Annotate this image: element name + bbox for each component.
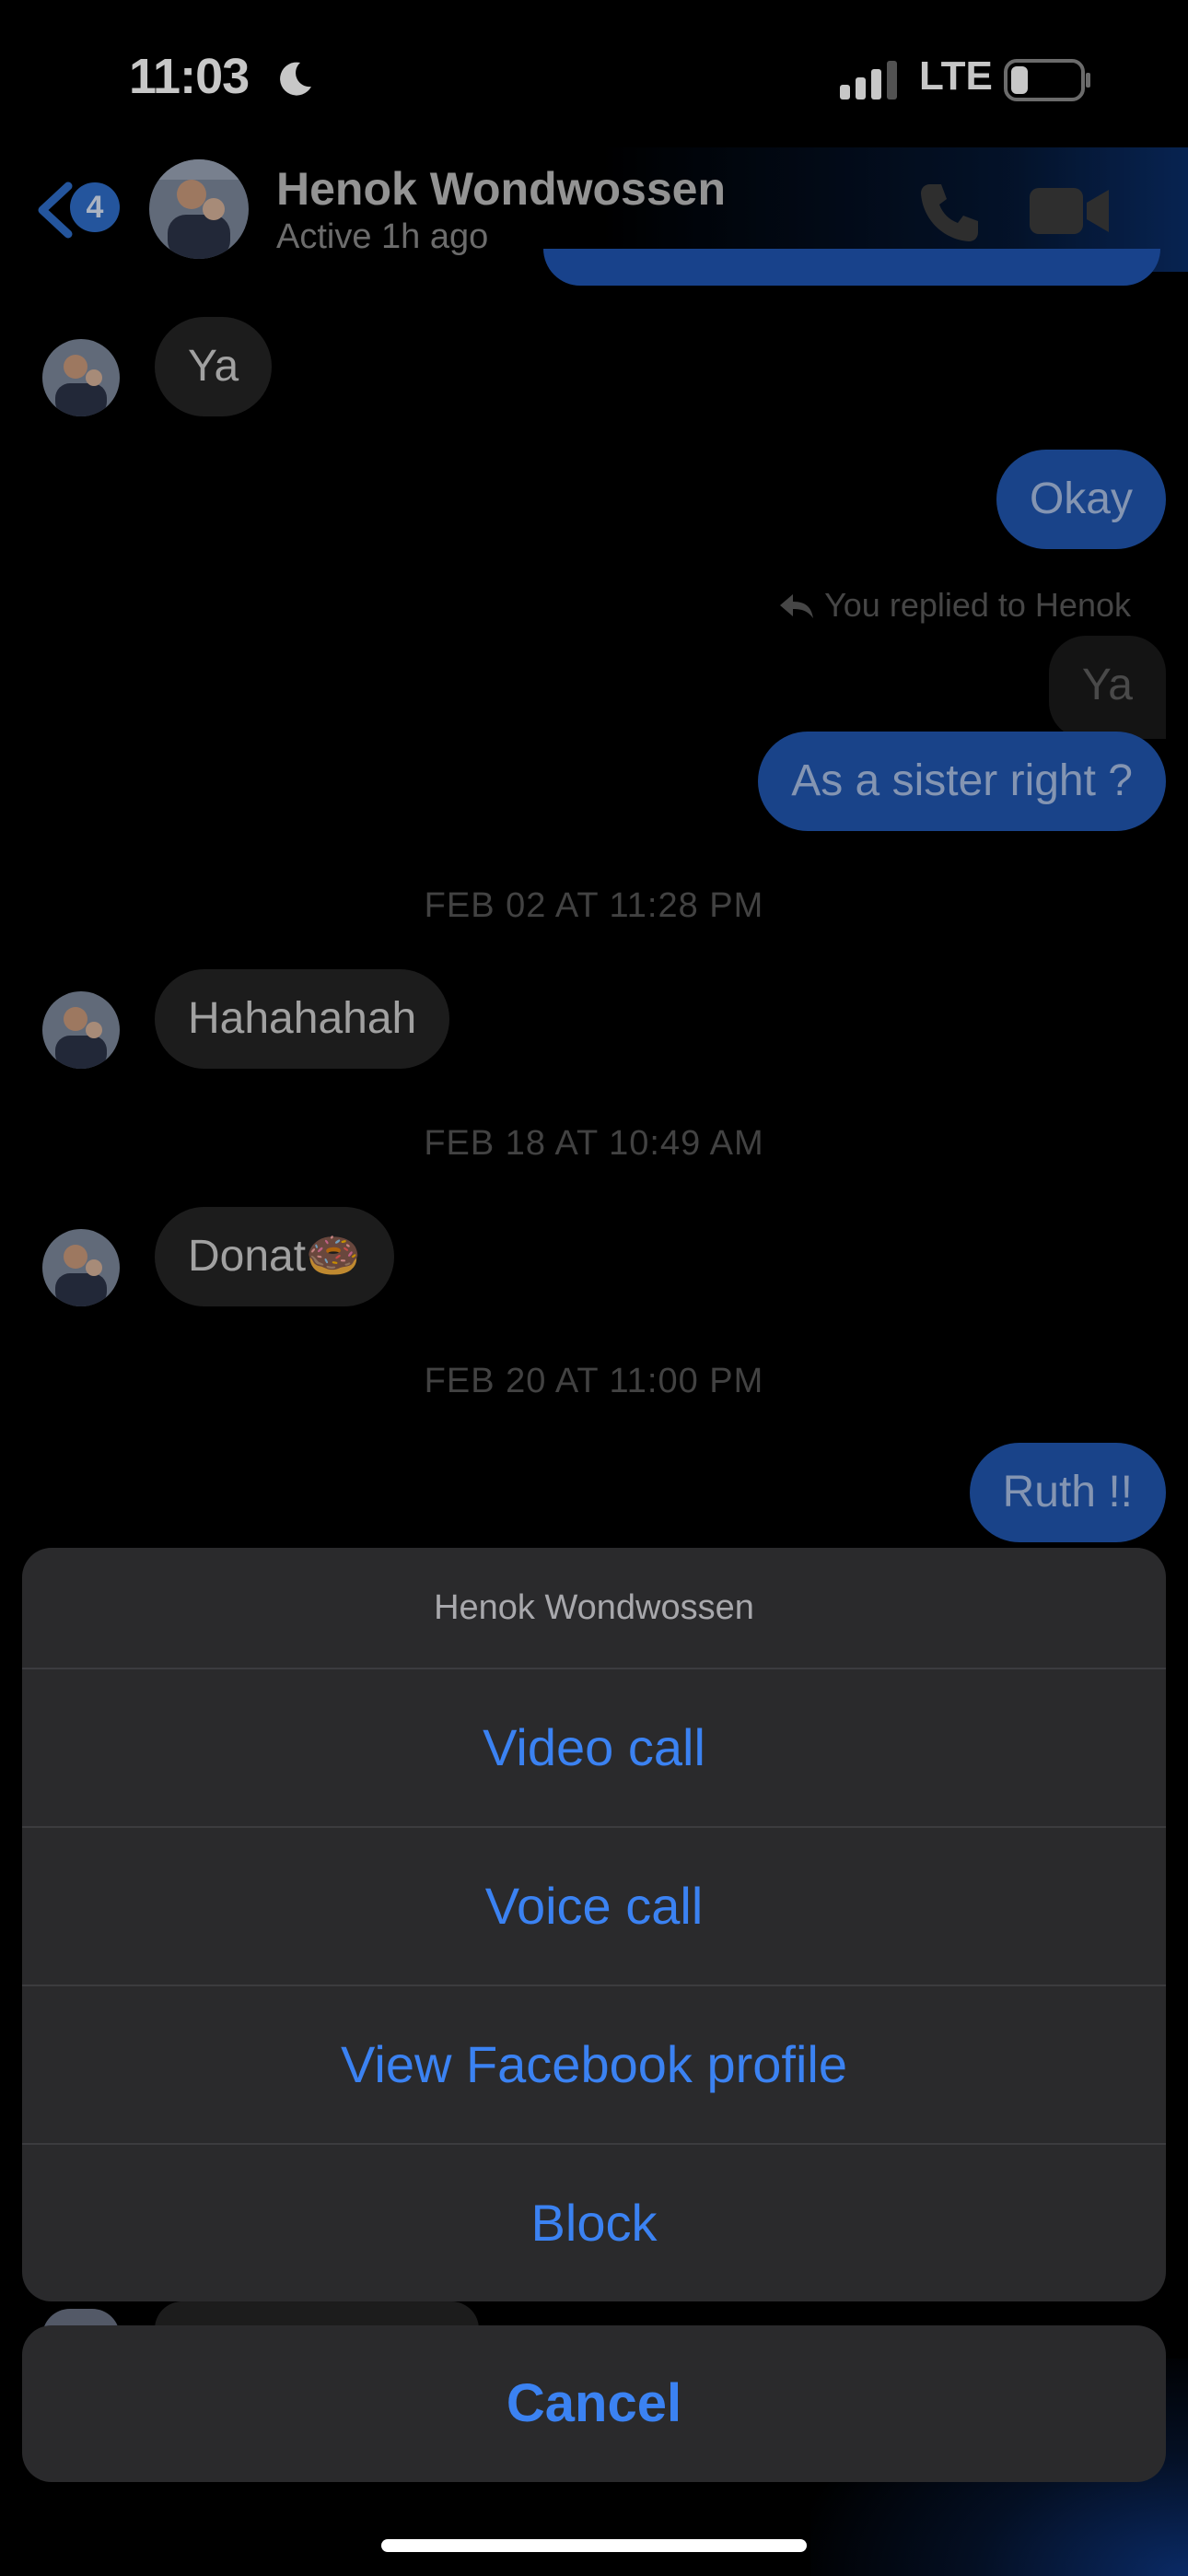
voice-call-option[interactable]: Voice call: [22, 1828, 1166, 1986]
home-indicator[interactable]: [381, 2539, 807, 2552]
action-sheet-title: Henok Wondwossen: [22, 1548, 1166, 1669]
view-facebook-profile-option[interactable]: View Facebook profile: [22, 1986, 1166, 2145]
block-option[interactable]: Block: [22, 2145, 1166, 2301]
cancel-button[interactable]: Cancel: [22, 2325, 1166, 2482]
video-call-option[interactable]: Video call: [22, 1669, 1166, 1828]
messenger-chat-screen: 11:03 LTE 4 Henok Wondwossen Active 1h a…: [0, 0, 1188, 2576]
contact-action-sheet: Henok Wondwossen Video call Voice call V…: [22, 1548, 1166, 2301]
